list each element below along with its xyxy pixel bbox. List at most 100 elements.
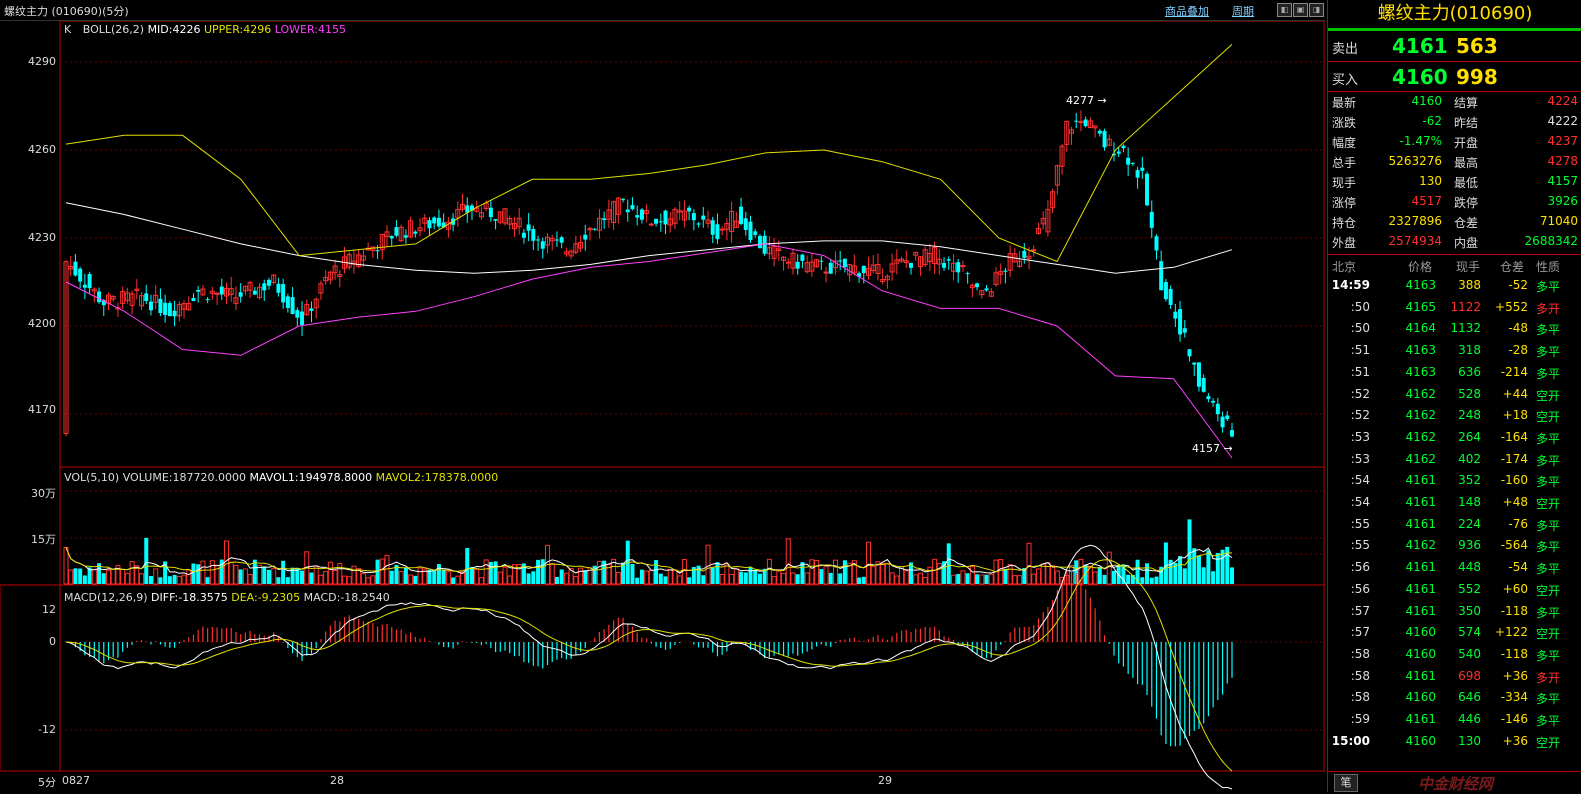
candle-down [87, 273, 92, 289]
volume-bar-down [1154, 576, 1159, 584]
tick-row[interactable]: :55 4162 936 -564 多平 [1328, 535, 1581, 556]
tick-volume: 350 [1458, 603, 1481, 618]
tick-row[interactable]: :50 4165 1122 +552 多开 [1328, 297, 1581, 318]
volume-bar-down [266, 569, 271, 584]
chart-canvas[interactable] [0, 21, 1325, 792]
kline-chart[interactable]: K BOLL(26,2) MID:4226 UPPER:4296 LOWER:4… [0, 21, 1325, 792]
candle-down [1121, 145, 1126, 149]
tick-row[interactable]: :54 4161 148 +48 空开 [1328, 492, 1581, 513]
candle-down [1230, 430, 1234, 437]
candle-down [1140, 167, 1145, 171]
period-link[interactable]: 周期 [1232, 3, 1254, 19]
candle-down [861, 265, 866, 274]
volume-bar-down [101, 573, 106, 584]
volume-bar-down [942, 561, 947, 584]
tick-row[interactable]: :56 4161 448 -54 多平 [1328, 557, 1581, 578]
volume-bar-up [351, 565, 357, 585]
volume-bar-down [191, 563, 196, 584]
volume-bar-down [748, 567, 753, 584]
volume-bar-down [696, 565, 701, 584]
tick-nature: 多开 [1536, 301, 1561, 316]
candle-down [97, 291, 102, 303]
tick-nature: 多平 [1536, 475, 1561, 490]
tick-row[interactable]: :52 4162 248 +18 空开 [1328, 405, 1581, 426]
volume-bar-up [120, 568, 126, 585]
tick-row[interactable]: :58 4161 698 +36 多开 [1328, 666, 1581, 687]
volume-bar-up [337, 563, 343, 585]
tick-row[interactable]: :58 4160 646 -334 多平 [1328, 687, 1581, 708]
tick-time: 14:59 [1331, 278, 1370, 292]
candle-down [403, 235, 408, 238]
candle-down [163, 302, 168, 315]
tick-price: 4161 [1405, 668, 1436, 683]
volume-bar-down [441, 570, 446, 584]
candle-up [960, 265, 966, 268]
volume-bar-up [776, 570, 782, 585]
tick-row[interactable]: :53 4162 264 -164 多平 [1328, 427, 1581, 448]
volume-bar-down [1182, 568, 1187, 584]
tick-row[interactable]: :57 4161 350 -118 多平 [1328, 601, 1581, 622]
volume-bar-up [233, 564, 239, 585]
volume-bar-up [1012, 575, 1018, 585]
tick-time: :52 [1350, 386, 1370, 401]
tick-row[interactable]: :57 4160 574 +122 空开 [1328, 622, 1581, 643]
stat-label: 跌停 [1454, 196, 1479, 210]
tick-row[interactable]: :55 4161 224 -76 多平 [1328, 514, 1581, 535]
tick-price: 4162 [1405, 386, 1436, 401]
volume-bar-up [781, 573, 787, 585]
tick-row[interactable]: 15:00 4160 130 +36 空开 [1328, 731, 1581, 752]
volume-bar-down [753, 570, 758, 584]
candle-down [1220, 416, 1225, 428]
stat-value: 2327896 [1388, 214, 1442, 228]
volume-bar-up [729, 573, 735, 585]
tick-header: 北京 价格 现手 仓差 性质 [1328, 255, 1581, 275]
volume-bar-up [705, 544, 711, 585]
volume-bar-down [1220, 549, 1225, 584]
volume-bar-up [804, 572, 810, 585]
tick-row[interactable]: :51 4163 318 -28 多平 [1328, 340, 1581, 361]
volume-bar-up [578, 567, 584, 585]
volume-bar-down [701, 575, 706, 584]
candle-down [389, 235, 394, 239]
candle-down [696, 223, 701, 225]
overlay-commodity-link[interactable]: 商品叠加 [1165, 3, 1209, 19]
tick-row[interactable]: :51 4163 636 -214 多平 [1328, 362, 1581, 383]
tick-row[interactable]: :59 4161 446 -146 多平 [1328, 709, 1581, 730]
volume-bar-down [436, 564, 441, 584]
macd-legend: MACD(12,26,9) DIFF:-18.3575 DEA:-9.2305 … [64, 591, 390, 604]
tick-nature: 多平 [1536, 280, 1561, 294]
volume-bar-up [1007, 564, 1013, 585]
tick-oi-change: -334 [1500, 690, 1528, 705]
tick-row[interactable]: :58 4160 540 -118 多平 [1328, 644, 1581, 665]
tab-ticks[interactable]: 笔 [1334, 774, 1358, 792]
volume-bar-up [181, 574, 187, 585]
candle-down [266, 279, 271, 286]
tick-time: :54 [1350, 473, 1370, 488]
candle-down [753, 231, 758, 235]
tick-time: :56 [1350, 560, 1370, 575]
maximize-icon[interactable]: ▣ [1293, 3, 1308, 17]
volume-bar-up [200, 560, 206, 585]
tick-volume: 636 [1458, 364, 1481, 379]
tick-volume: 388 [1458, 278, 1481, 292]
volume-bar-up [257, 564, 263, 585]
tick-row[interactable]: :52 4162 528 +44 空开 [1328, 384, 1581, 405]
tick-row[interactable]: 14:59 4163 388 -52 多平 [1328, 275, 1581, 296]
volume-bar-up [342, 575, 348, 585]
tick-row[interactable]: :53 4162 402 -174 多平 [1328, 449, 1581, 470]
candle-down [394, 227, 399, 236]
tick-row[interactable]: :56 4161 552 +60 空开 [1328, 579, 1581, 600]
window-icon[interactable]: ◨ [1309, 3, 1324, 17]
volume-bar-down [1187, 519, 1192, 584]
volume-bar-up [979, 574, 985, 585]
tick-volume: 402 [1458, 451, 1481, 466]
volume-bar-up [724, 563, 730, 585]
tick-volume: 264 [1458, 429, 1481, 444]
tick-volume: 646 [1458, 690, 1481, 705]
candle-down [1116, 151, 1121, 154]
volume-bar-up [209, 560, 215, 585]
restore-icon[interactable]: ◧ [1277, 3, 1292, 17]
volume-bar-up [809, 559, 815, 585]
tick-row[interactable]: :54 4161 352 -160 多平 [1328, 470, 1581, 491]
tick-row[interactable]: :50 4164 1132 -48 多平 [1328, 318, 1581, 339]
